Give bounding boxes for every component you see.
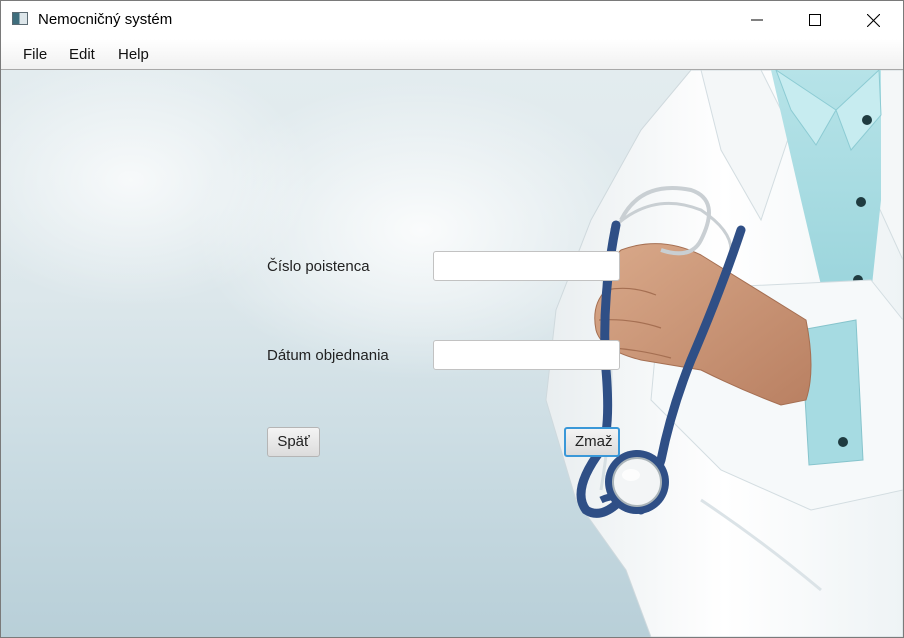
menu-file[interactable]: File [23,47,47,63]
appointment-date-label: Dátum objednania [267,347,389,364]
back-button[interactable]: Späť [267,427,320,457]
app-icon [12,12,28,25]
minimize-button[interactable] [728,1,786,39]
minimize-icon [751,19,763,21]
insured-number-label: Číslo poistenca [267,258,370,275]
close-button[interactable] [844,1,902,39]
window-title: Nemocničný systém [38,11,173,28]
menu-edit[interactable]: Edit [69,47,95,63]
content-panel: Číslo poistenca Dátum objednania Späť Zm… [1,70,903,637]
app-window: Nemocničný systém File Edit Help Číslo p… [0,0,904,638]
maximize-button[interactable] [786,1,844,39]
menu-help[interactable]: Help [118,47,149,63]
appointment-date-input[interactable] [433,340,620,370]
menu-bar: File Edit Help [1,39,903,70]
title-bar[interactable]: Nemocničný systém [1,1,903,39]
maximize-icon [809,14,821,26]
clear-button[interactable]: Zmaž [564,427,620,457]
insured-number-input[interactable] [433,251,620,281]
close-icon [866,13,880,27]
